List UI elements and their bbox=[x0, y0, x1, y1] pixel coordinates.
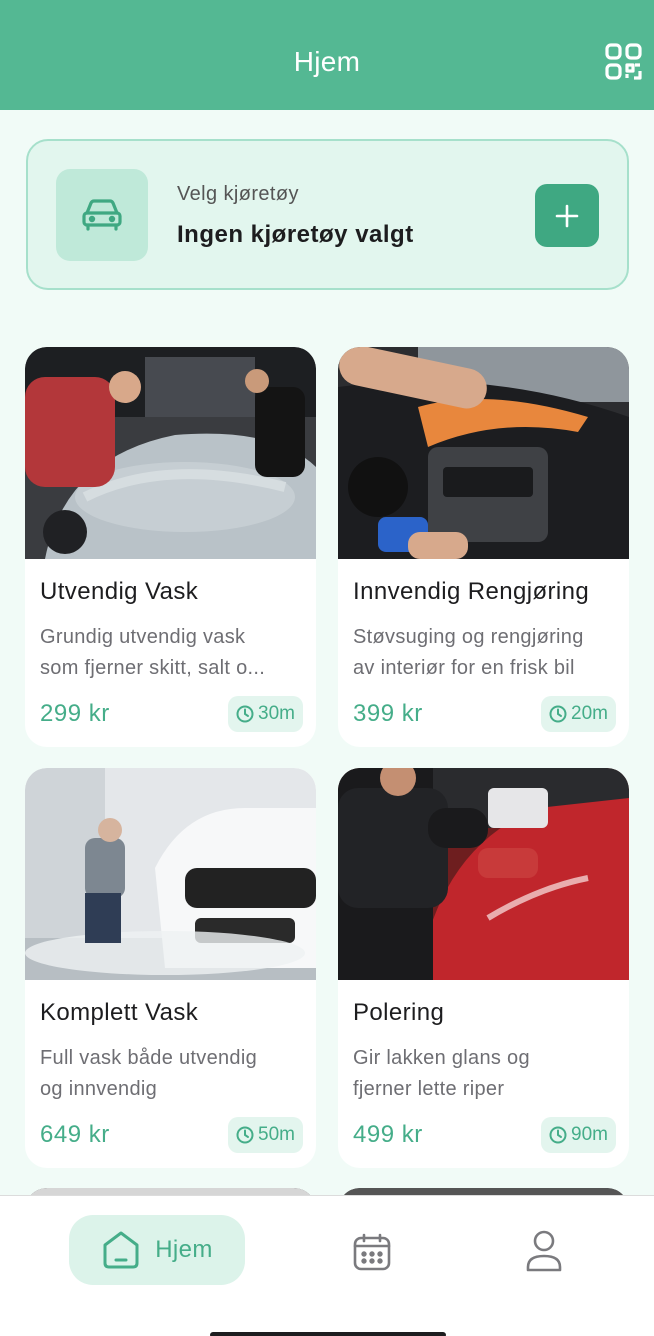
clock-icon bbox=[549, 705, 567, 723]
qr-code-icon[interactable] bbox=[604, 42, 644, 82]
clock-icon bbox=[236, 1126, 254, 1144]
profile-icon bbox=[526, 1230, 562, 1272]
clock-icon bbox=[236, 705, 254, 723]
service-price: 399 kr bbox=[353, 700, 423, 727]
page-title: Hjem bbox=[293, 46, 361, 77]
service-image bbox=[25, 347, 316, 559]
nav-calendar[interactable] bbox=[352, 1232, 392, 1272]
car-icon bbox=[56, 169, 148, 261]
service-description: Gir lakken glans og fjerner lette riper bbox=[353, 1047, 530, 1100]
service-name: Komplett Vask bbox=[40, 999, 199, 1026]
vehicle-label: Velg kjøretøy bbox=[177, 183, 299, 205]
duration-badge: 50m bbox=[228, 1117, 303, 1153]
plus-icon bbox=[555, 204, 579, 227]
duration-badge: 30m bbox=[228, 696, 303, 732]
nav-home[interactable]: Hjem bbox=[69, 1215, 245, 1285]
calendar-icon bbox=[353, 1233, 391, 1271]
service-image bbox=[338, 347, 629, 559]
service-price: 299 kr bbox=[40, 700, 110, 727]
add-vehicle-button[interactable] bbox=[535, 184, 599, 247]
nav-profile[interactable] bbox=[524, 1230, 564, 1272]
service-name: Polering bbox=[353, 999, 445, 1026]
service-description: Grundig utvendig vask som fjerner skitt,… bbox=[40, 626, 266, 679]
service-card-interior-cleaning[interactable]: Innvendig Rengjøring Støvsuging og rengj… bbox=[338, 347, 629, 747]
service-price: 649 kr bbox=[40, 1121, 110, 1148]
top-app-bar: Hjem bbox=[0, 0, 654, 110]
duration-badge: 90m bbox=[541, 1117, 616, 1153]
service-image bbox=[338, 768, 629, 980]
service-card-complete-wash[interactable]: Komplett Vask Full vask både utvendig og… bbox=[25, 768, 316, 1168]
nav-home-label: Hjem bbox=[155, 1236, 213, 1263]
vehicle-value: Ingen kjøretøy valgt bbox=[177, 221, 414, 248]
service-image bbox=[25, 768, 316, 980]
service-card-polishing[interactable]: Polering Gir lakken glans og fjerner let… bbox=[338, 768, 629, 1168]
service-card-exterior-wash[interactable]: Utvendig Vask Grundig utvendig vask som … bbox=[25, 347, 316, 747]
home-indicator bbox=[210, 1332, 446, 1336]
clock-icon bbox=[549, 1126, 567, 1144]
home-icon bbox=[103, 1231, 139, 1269]
vehicle-selector[interactable]: Velg kjøretøy Ingen kjøretøy valgt bbox=[26, 139, 629, 290]
service-name: Innvendig Rengjøring bbox=[353, 578, 590, 605]
service-price: 499 kr bbox=[353, 1121, 423, 1148]
service-name: Utvendig Vask bbox=[40, 578, 199, 605]
duration-badge: 20m bbox=[541, 696, 616, 732]
bottom-navigation: Hjem bbox=[0, 1195, 654, 1336]
service-description: Støvsuging og rengjøring av interiør for… bbox=[353, 626, 584, 679]
service-description: Full vask både utvendig og innvendig bbox=[40, 1047, 258, 1100]
